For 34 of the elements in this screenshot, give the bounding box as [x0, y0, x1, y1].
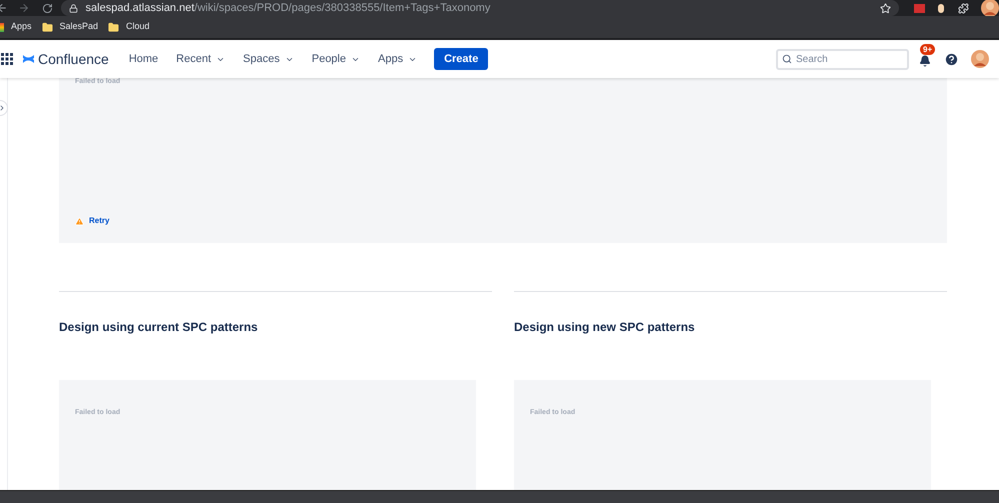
warning-icon: [75, 216, 84, 226]
url-text: salespad.atlassian.net/wiki/spaces/PROD/pages/380338555/Item+Tags+Taxonomy: [86, 0, 490, 16]
url-field[interactable]: salespad.atlassian.net/wiki/spaces/PROD/pages/380338555/Item+Tags+Taxonomy: [60, 0, 900, 16]
bookmark-link[interactable]: Cloud: [108, 20, 150, 34]
lock-icon: [68, 4, 78, 12]
notification-bell-icon[interactable]: [919, 55, 931, 67]
nav-menu-item[interactable]: Recent: [176, 50, 226, 68]
extension-icon[interactable]: [938, 4, 944, 12]
create-button[interactable]: Create: [434, 48, 488, 70]
folder-icon: [42, 22, 53, 32]
app-switcher-icon[interactable]: [1, 53, 13, 65]
search-icon: [782, 54, 792, 64]
nav-menu-item[interactable]: People: [312, 50, 360, 68]
chevron-right-icon: [0, 104, 6, 112]
help-icon[interactable]: [944, 52, 959, 66]
notification-badge: 9+: [920, 44, 936, 55]
forward-icon[interactable]: [18, 2, 30, 14]
nav-menu-item[interactable]: Apps: [378, 50, 418, 68]
star-icon[interactable]: [880, 2, 892, 14]
nav-menu-item[interactable]: Spaces: [243, 50, 294, 68]
section-heading: Design using new SPC patterns: [514, 319, 696, 336]
reload-icon[interactable]: [42, 2, 53, 14]
section-heading: Design using current SPC patterns: [59, 319, 259, 336]
user-avatar[interactable]: [971, 50, 989, 68]
product-name[interactable]: Confluence: [38, 48, 109, 70]
nav-menu-item[interactable]: Home: [128, 50, 158, 68]
folder-icon: [108, 22, 120, 32]
extensions-icon[interactable]: [958, 2, 970, 14]
search-field[interactable]: Search: [776, 48, 909, 70]
retry-link[interactable]: Retry: [89, 215, 110, 227]
bookmark-link[interactable]: SalesPad: [42, 20, 98, 34]
bookmark-link[interactable]: Apps: [0, 20, 32, 34]
profile-avatar[interactable]: [981, 0, 999, 17]
logo-icon: [22, 53, 35, 65]
